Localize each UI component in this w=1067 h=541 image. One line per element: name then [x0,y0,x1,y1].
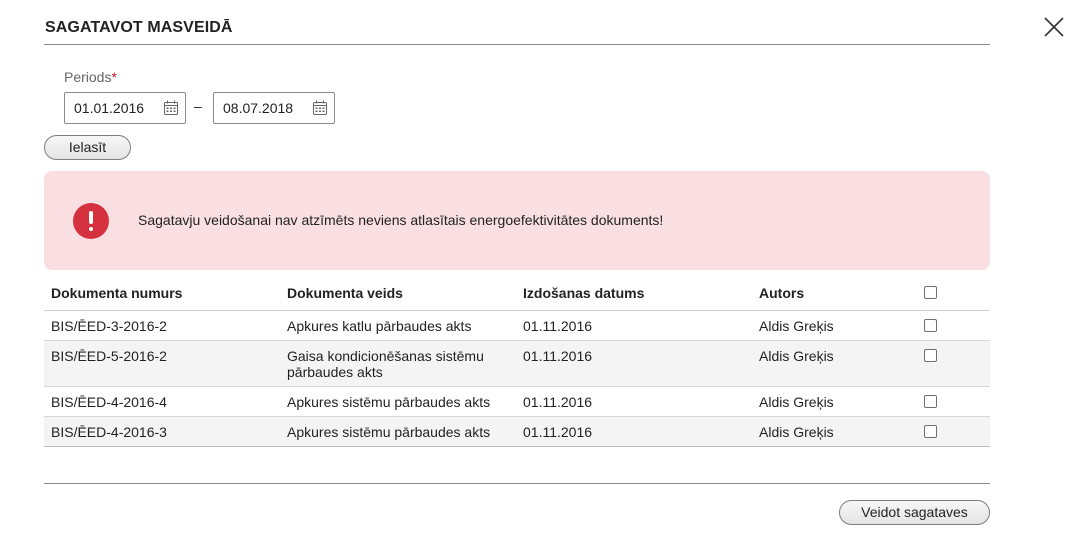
cell-author: Aldis Greķis [752,340,909,387]
title-divider [44,44,990,45]
cell-type: Apkures sistēmu pārbaudes akts [280,416,516,447]
date-from-input[interactable]: 01.01.2016 [64,92,186,124]
cell-date: 01.11.2016 [516,386,752,417]
table-row: BIS/ĒED-5-2016-2 Gaisa kondicionēšanas s… [44,340,990,387]
cell-select [909,386,990,417]
column-header-type: Dokumenta veids [280,279,516,311]
read-button[interactable]: Ielasīt [44,135,131,160]
error-alert: Sagatavju veidošanai nav atzīmēts nevien… [44,171,990,270]
table-header-row: Dokumenta numurs Dokumenta veids Izdošan… [44,279,990,311]
cell-number: BIS/ĒED-5-2016-2 [44,340,280,387]
table-row: BIS/ĒED-3-2016-2 Apkures katlu pārbaudes… [44,310,990,341]
error-exclamation-icon [73,203,109,239]
dialog-title: SAGATAVOT MASVEIDĀ [45,19,233,36]
row-checkbox[interactable] [924,424,937,438]
cell-select [909,340,990,387]
date-range-separator: – [194,98,202,114]
cell-date: 01.11.2016 [516,416,752,447]
table-row: BIS/ĒED-4-2016-4 Apkures sistēmu pārbaud… [44,386,990,417]
cell-date: 01.11.2016 [516,310,752,341]
close-button[interactable] [1043,16,1065,38]
footer-divider [44,483,990,484]
documents-table: Dokumenta numurs Dokumenta veids Izdošan… [44,279,990,447]
date-from-value: 01.01.2016 [74,100,145,116]
row-checkbox[interactable] [924,318,937,332]
column-header-date: Izdošanas datums [516,279,752,311]
select-all-checkbox[interactable] [924,286,937,299]
cell-number: BIS/ĒED-4-2016-3 [44,416,280,447]
period-label: Periods* [64,69,117,85]
column-header-select [909,279,990,311]
calendar-icon[interactable] [163,100,179,116]
cell-type: Gaisa kondicionēšanas sistēmu pārbaudes … [280,340,516,387]
cell-select [909,416,990,447]
cell-number: BIS/ĒED-4-2016-4 [44,386,280,417]
required-mark: * [111,69,117,85]
date-to-input[interactable]: 08.07.2018 [213,92,335,124]
cell-type: Apkures sistēmu pārbaudes akts [280,386,516,417]
cell-author: Aldis Greķis [752,416,909,447]
create-drafts-button[interactable]: Veidot sagataves [839,500,990,525]
table-row: BIS/ĒED-4-2016-3 Apkures sistēmu pārbaud… [44,416,990,447]
calendar-icon[interactable] [312,100,328,116]
cell-type-text: Gaisa kondicionēšanas sistēmu pārbaudes … [287,347,484,380]
cell-date: 01.11.2016 [516,340,752,387]
cell-author: Aldis Greķis [752,386,909,417]
row-checkbox[interactable] [924,394,937,408]
cell-number: BIS/ĒED-3-2016-2 [44,310,280,341]
period-label-text: Periods [64,69,112,85]
alert-message: Sagatavju veidošanai nav atzīmēts nevien… [138,212,664,228]
row-checkbox[interactable] [924,348,937,362]
column-header-author: Autors [752,279,909,311]
cell-author: Aldis Greķis [752,310,909,341]
cell-select [909,310,990,341]
close-icon [1044,17,1064,37]
date-to-value: 08.07.2018 [223,100,294,116]
cell-type: Apkures katlu pārbaudes akts [280,310,516,341]
column-header-number: Dokumenta numurs [44,279,280,311]
